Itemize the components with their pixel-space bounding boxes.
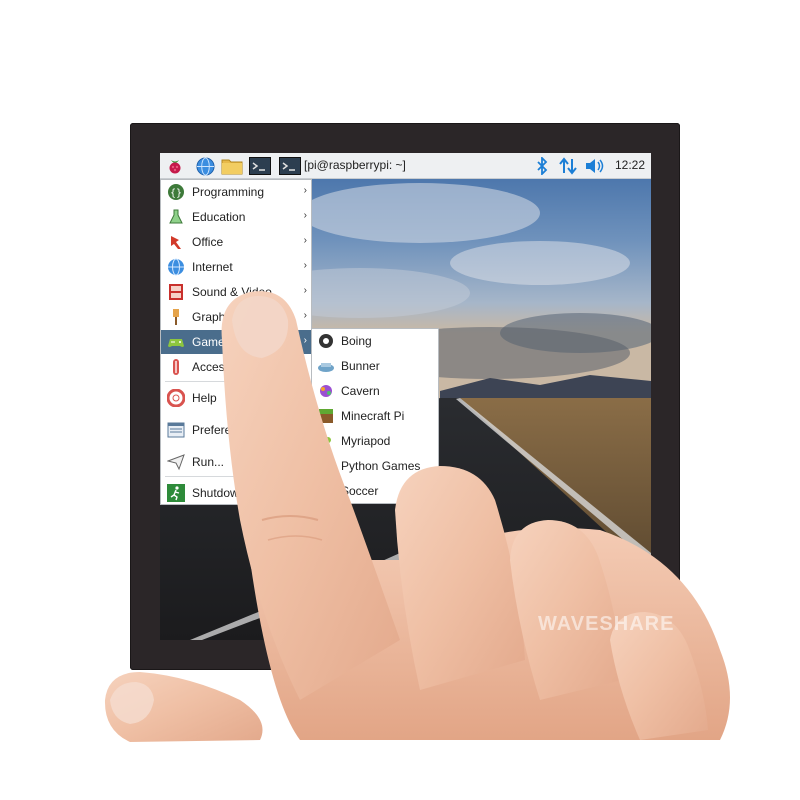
submenu-item-label: Soccer — [341, 484, 379, 498]
run-icon — [166, 452, 186, 472]
menu-item-programming[interactable]: {} Programming › — [161, 180, 311, 204]
menu-item-office[interactable]: Office › — [161, 230, 311, 254]
menu-item-graphics[interactable]: Graphics › — [161, 305, 311, 329]
menu-item-games[interactable]: Games › — [161, 330, 311, 354]
network-icon[interactable] — [558, 156, 578, 176]
volume-icon[interactable] — [584, 156, 606, 176]
submenu-arrow-icon: › — [303, 185, 307, 196]
main-menu: {} Programming › Education › Office › In… — [160, 179, 312, 505]
submenu-arrow-icon: › — [303, 235, 307, 246]
terminal-window-icon[interactable] — [278, 156, 302, 176]
submenu-arrow-icon: › — [303, 210, 307, 221]
submenu-item-minecraft[interactable]: Minecraft Pi — [312, 404, 438, 428]
accessories-icon — [166, 357, 186, 377]
office-icon — [166, 232, 186, 252]
submenu-item-label: Cavern — [341, 384, 380, 398]
menu-item-label: Internet — [192, 260, 233, 274]
submenu-arrow-icon: › — [303, 260, 307, 271]
myriapod-icon — [317, 432, 335, 450]
submenu-item-python-games[interactable]: Python Games — [312, 454, 438, 478]
menu-item-label: Games — [192, 335, 231, 349]
bunner-icon — [317, 357, 335, 375]
submenu-item-myriapod[interactable]: Myriapod — [312, 429, 438, 453]
taskbar: [pi@raspberrypi: ~] 12:22 — [160, 153, 651, 179]
submenu-arrow-icon: › — [303, 310, 307, 321]
menu-item-education[interactable]: Education › — [161, 205, 311, 229]
menu-item-label: Accessories — [192, 360, 257, 374]
submenu-item-boing[interactable]: Boing — [312, 329, 438, 353]
boing-icon — [317, 332, 335, 350]
games-icon — [166, 332, 186, 352]
submenu-item-label: Python Games — [341, 459, 421, 473]
menu-item-label: Sound & Video — [192, 285, 272, 299]
minecraft-icon — [317, 407, 335, 425]
submenu-item-cavern[interactable]: Cavern — [312, 379, 438, 403]
shutdown-icon — [166, 483, 186, 503]
menu-item-sound-video[interactable]: Sound & Video › — [161, 280, 311, 304]
education-icon — [166, 207, 186, 227]
menu-item-shutdown[interactable]: Shutdown... — [161, 481, 311, 505]
svg-text:{}: {} — [170, 188, 182, 199]
submenu-item-label: Boing — [341, 334, 372, 348]
submenu-item-soccer[interactable]: Soccer — [312, 479, 438, 503]
submenu-item-bunner[interactable]: Bunner — [312, 354, 438, 378]
web-browser-icon[interactable] — [194, 156, 216, 176]
submenu-arrow-icon: › — [303, 391, 307, 402]
menu-item-help[interactable]: Help › — [161, 386, 311, 410]
menu-item-label: Run... — [192, 455, 225, 469]
menu-item-label: Help — [192, 391, 217, 405]
touch-screen[interactable]: [pi@raspberrypi: ~] 12:22 {} Programming… — [160, 153, 651, 640]
internet-icon — [166, 257, 186, 277]
watermark: WAVESHARE — [538, 613, 675, 635]
submenu-arrow-icon: › — [303, 285, 307, 296]
graphics-icon — [166, 307, 186, 327]
menu-item-label: Shutdown... — [192, 486, 256, 500]
file-manager-icon[interactable] — [220, 156, 244, 176]
python-games-icon — [317, 457, 335, 475]
bluetooth-icon[interactable] — [534, 156, 550, 176]
menu-item-label: Office — [192, 235, 224, 249]
submenu-arrow-icon: › — [303, 360, 307, 371]
soccer-icon — [317, 482, 335, 500]
terminal-icon[interactable] — [248, 156, 272, 176]
menu-separator — [165, 476, 307, 477]
submenu-arrow-icon: › — [303, 423, 307, 434]
submenu-item-label: Minecraft Pi — [341, 409, 405, 423]
clock[interactable]: 12:22 — [615, 158, 645, 172]
sound-video-icon — [166, 282, 186, 302]
games-submenu: Boing Bunner Cavern Minecraft Pi Myriapo… — [311, 328, 439, 504]
menu-item-label: Preferences — [192, 423, 257, 437]
submenu-item-label: Bunner — [341, 359, 380, 373]
menu-item-label: Graphics — [192, 310, 241, 324]
submenu-arrow-icon: › — [303, 335, 307, 346]
raspberry-menu-icon[interactable] — [164, 156, 186, 176]
menu-separator — [165, 381, 307, 382]
menu-item-accessories[interactable]: Accessories › — [161, 355, 311, 379]
menu-item-preferences[interactable]: Preferences › — [161, 418, 311, 442]
programming-icon: {} — [166, 182, 186, 202]
help-icon — [166, 388, 186, 408]
menu-item-run[interactable]: Run... — [161, 450, 311, 474]
menu-item-label: Education — [192, 210, 246, 224]
menu-item-label: Programming — [192, 185, 265, 199]
submenu-item-label: Myriapod — [341, 434, 391, 448]
preferences-icon — [166, 420, 186, 440]
terminal-window-title[interactable]: [pi@raspberrypi: ~] — [304, 158, 406, 172]
cavern-icon — [317, 382, 335, 400]
menu-item-internet[interactable]: Internet › — [161, 255, 311, 279]
